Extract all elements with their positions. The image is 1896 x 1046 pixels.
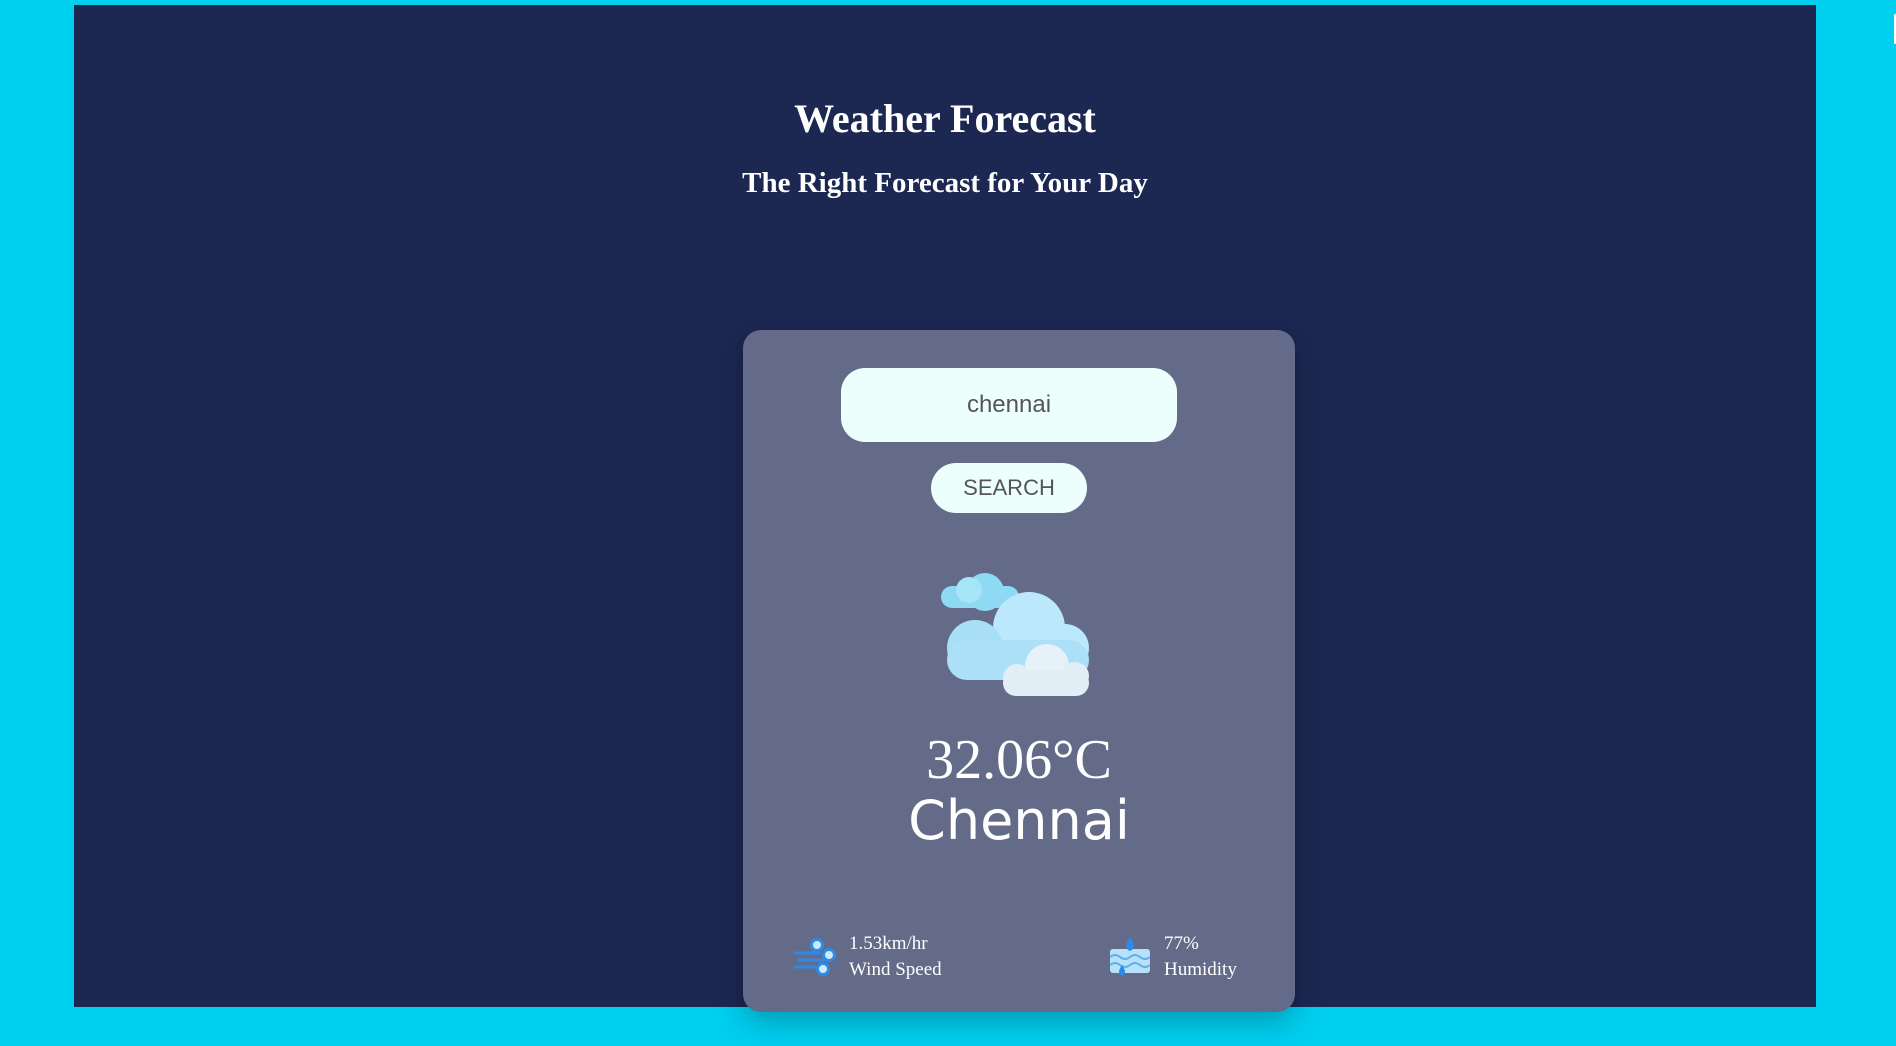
temperature-value: 32.06°C xyxy=(926,729,1112,791)
cloudy-icon xyxy=(941,573,1089,696)
weather-card: SEARCH 32.06°C Chennai xyxy=(743,330,1295,1012)
search-input[interactable] xyxy=(841,368,1177,442)
page-subtitle: The Right Forecast for Your Day xyxy=(742,167,1148,199)
search-button[interactable]: SEARCH xyxy=(931,463,1087,513)
wind-speed-value: 1.53km/hr xyxy=(849,933,928,954)
humidity-stat: 77% Humidity xyxy=(1108,932,1237,982)
humidity-label: Humidity xyxy=(1164,959,1237,980)
wind-icon xyxy=(793,938,836,976)
page-title: Weather Forecast xyxy=(794,96,1096,141)
window-scrollbar[interactable] xyxy=(1892,0,1896,60)
wind-speed-stat: 1.53km/hr Wind Speed xyxy=(793,932,942,982)
humidity-icon xyxy=(1109,937,1151,976)
humidity-value: 77% xyxy=(1164,933,1199,954)
wind-speed-label: Wind Speed xyxy=(849,959,942,980)
city-name: Chennai xyxy=(908,789,1130,852)
main-panel: Weather Forecast The Right Forecast for … xyxy=(74,5,1816,1012)
